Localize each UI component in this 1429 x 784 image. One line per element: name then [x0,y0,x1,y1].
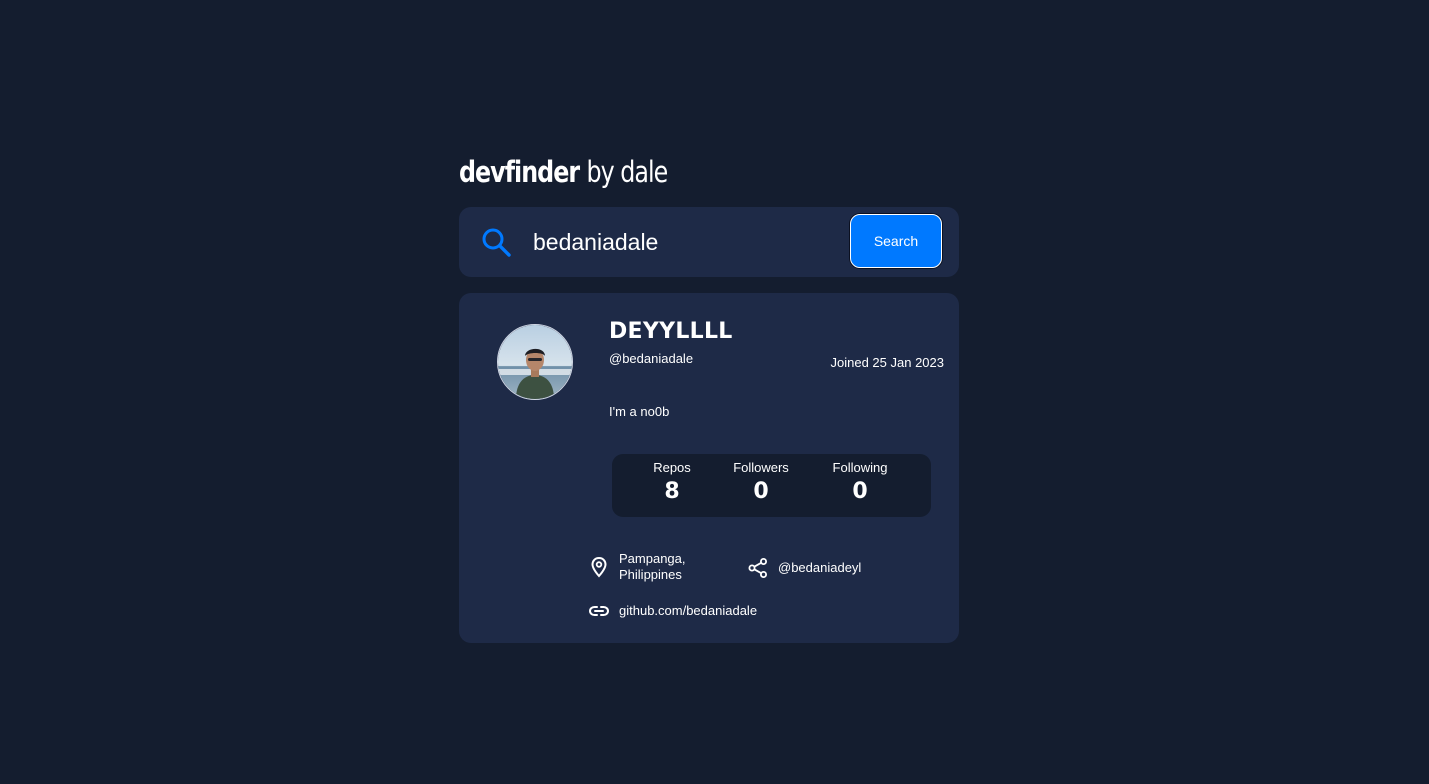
profile-login: @bedaniadale [609,351,694,366]
website-row[interactable]: github.com/bedaniadale [588,600,757,622]
twitter-handle[interactable]: @bedaniadeyl [778,560,861,576]
website-link[interactable]: github.com/bedaniadale [619,603,757,619]
joined-date: Joined 25 Jan 2023 [830,355,944,370]
link-icon [588,600,610,622]
stat-label: Following [832,460,888,475]
stat-label: Repos [653,460,691,475]
stat-value: 0 [753,479,769,504]
profile-name: DEYYLLLL [609,319,733,344]
page-title: devfinder by dale [459,148,869,196]
title-bold: devfinder [459,155,580,189]
location-line-1: Pampanga, [619,551,686,566]
stat-followers: Followers 0 [716,460,806,507]
search-button[interactable]: Search [850,214,942,268]
location-row: Pampanga, Philippines [588,551,719,583]
profile-card: DEYYLLLL @bedaniadale Joined 25 Jan 2023… [459,293,959,643]
stat-label: Followers [733,460,789,475]
location-pin-icon [588,556,610,578]
stat-repos: Repos 8 [627,460,717,507]
stats-panel: Repos 8 Followers 0 Following 0 [612,454,931,517]
search-input[interactable] [533,224,833,260]
stat-value: 8 [664,479,680,504]
location-text: Pampanga, Philippines [619,551,719,583]
avatar [497,324,573,400]
twitter-row[interactable]: @bedaniadeyl [747,557,861,579]
profile-bio: I'm a no0b [609,404,670,419]
devfinder-app: devfinder by dale Search [459,148,959,643]
stat-value: 0 [852,479,868,504]
search-icon [480,226,512,258]
search-bar: Search [459,207,959,277]
stat-following: Following 0 [815,460,905,507]
share-icon [747,557,769,579]
location-line-2: Philippines [619,567,682,582]
title-light: by dale [586,155,668,189]
